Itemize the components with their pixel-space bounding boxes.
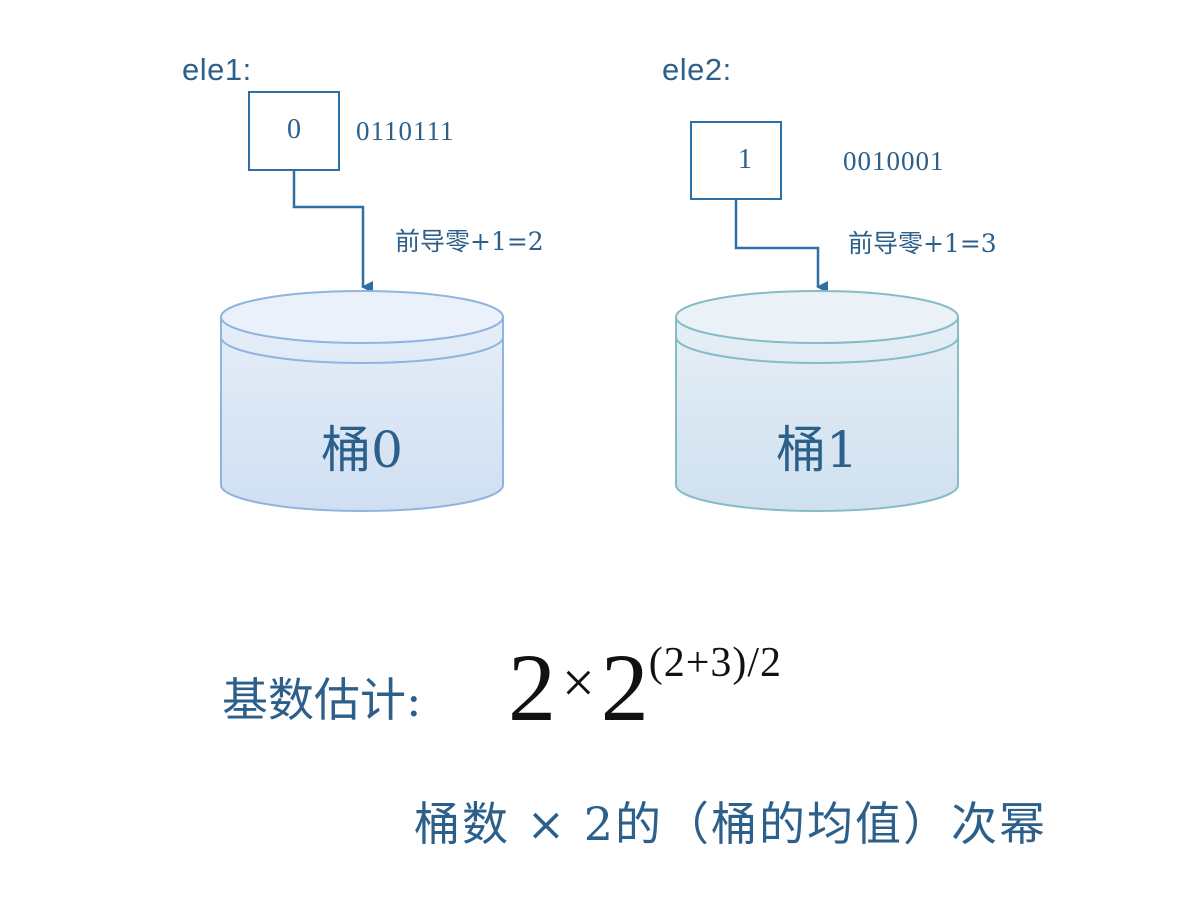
ele1-label: ele1:	[182, 52, 252, 87]
ele2-leading-zero-note: 前导零+1=3	[848, 229, 997, 258]
ele2-connector-arrow	[734, 199, 828, 293]
bucket-0-label: 桶0	[321, 421, 403, 479]
ele2-bits: 0010001	[843, 146, 945, 176]
formula-power-base: 2	[600, 634, 649, 741]
ele1-bits: 0110111	[356, 116, 455, 146]
formula-times-sign: ×	[562, 650, 595, 715]
formula-exponent: (2+3)/2	[648, 640, 783, 686]
formula-caption: 桶数 × 2的（桶的均值）次幂	[414, 797, 1048, 851]
ele1-connector-arrow	[292, 170, 373, 293]
formula-bucket-count: 2	[508, 634, 556, 741]
ele2-label: ele2:	[662, 52, 732, 87]
bucket-1-label: 桶1	[776, 421, 858, 479]
diagram-canvas	[220, 91, 959, 512]
cardinality-estimate-label: 基数估计:	[222, 673, 422, 727]
ele1-value: 0	[287, 114, 301, 145]
ele1-leading-zero-note: 前导零+1=2	[395, 227, 544, 256]
cardinality-formula: 2 ×2(2+3)/2	[508, 640, 782, 736]
ele2-value: 1	[738, 144, 752, 175]
